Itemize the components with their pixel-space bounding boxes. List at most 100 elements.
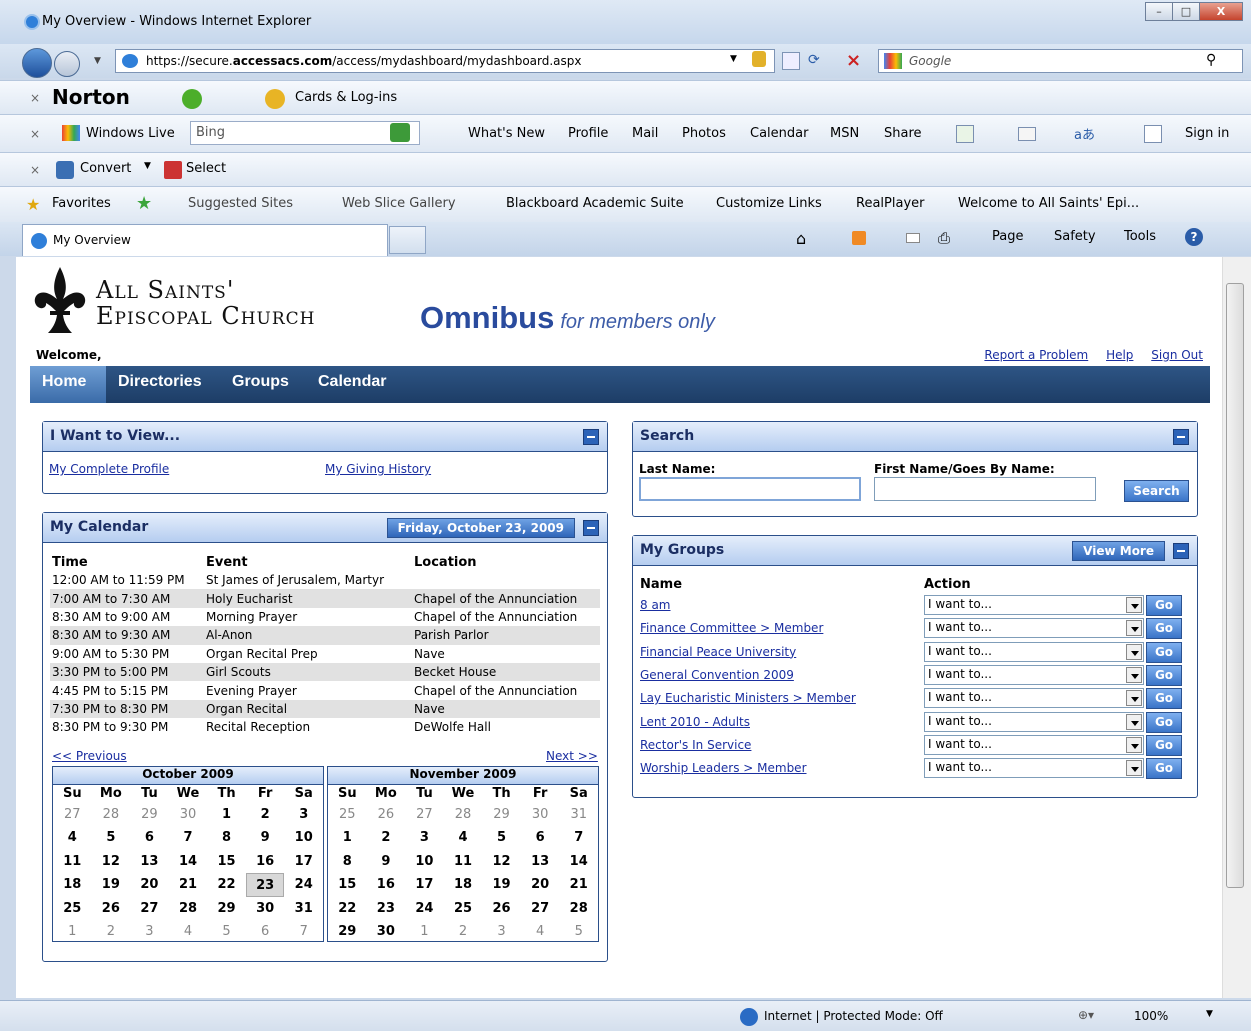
stop-icon[interactable]: ×	[846, 50, 861, 71]
calendar-day[interactable]: 25	[53, 897, 92, 920]
live-share[interactable]: Share	[884, 126, 922, 141]
calendar-day[interactable]: 9	[246, 826, 285, 849]
calendar-day[interactable]: 21	[559, 873, 598, 896]
calendar-day[interactable]: 4	[169, 920, 208, 943]
chart-icon[interactable]	[956, 125, 974, 143]
go-button[interactable]: Go	[1146, 711, 1182, 733]
previous-month-link[interactable]: << Previous	[52, 749, 127, 763]
my-complete-profile-link[interactable]: My Complete Profile	[49, 462, 169, 476]
go-button[interactable]: Go	[1146, 688, 1182, 710]
collapse-icon[interactable]	[583, 429, 599, 445]
calendar-day[interactable]: 1	[207, 803, 246, 826]
calendar-day[interactable]: 20	[130, 873, 169, 896]
chevron-down-icon[interactable]	[1126, 643, 1142, 660]
home-icon[interactable]: ⌂	[796, 229, 806, 248]
collapse-icon[interactable]	[1173, 429, 1189, 445]
search-box[interactable]: Google	[878, 49, 1243, 73]
calendar-day[interactable]: 14	[169, 850, 208, 873]
translate-icon[interactable]: aあ	[1074, 124, 1095, 143]
calendar-day[interactable]: 11	[444, 850, 483, 873]
help-link[interactable]: Help	[1106, 348, 1133, 362]
calendar-day[interactable]: 28	[559, 897, 598, 920]
group-link[interactable]: 8 am	[640, 598, 671, 612]
collapse-icon[interactable]	[583, 520, 599, 536]
chevron-down-icon[interactable]	[1126, 713, 1142, 730]
calendar-day[interactable]: 25	[444, 897, 483, 920]
live-whats-new[interactable]: What's New	[468, 126, 545, 141]
add-favorite-icon[interactable]: ★	[136, 193, 152, 214]
calendar-day[interactable]: 23	[367, 897, 406, 920]
calendar-day[interactable]: 29	[130, 803, 169, 826]
bing-search-icon[interactable]	[390, 123, 410, 142]
calendar-day[interactable]: 31	[559, 803, 598, 826]
calendar-day[interactable]: 8	[328, 850, 367, 873]
favorites-button[interactable]: Favorites	[52, 196, 111, 211]
convert-button[interactable]: Convert	[80, 161, 131, 176]
fav-all-saints[interactable]: Welcome to All Saints' Epi...	[958, 196, 1139, 211]
group-link[interactable]: Worship Leaders > Member	[640, 761, 807, 775]
fav-blackboard[interactable]: Blackboard Academic Suite	[506, 196, 684, 211]
chevron-down-icon[interactable]	[1126, 690, 1142, 707]
calendar-day[interactable]: 22	[207, 873, 246, 896]
select-button[interactable]: Select	[186, 161, 226, 176]
calendar-day[interactable]: 8	[207, 826, 246, 849]
calendar-day[interactable]: 27	[53, 803, 92, 826]
group-action-select[interactable]: I want to...	[924, 711, 1144, 732]
group-action-select[interactable]: I want to...	[924, 688, 1144, 709]
cards-logins-menu[interactable]: Cards & Log-ins	[295, 90, 397, 105]
calendar-day[interactable]: 12	[482, 850, 521, 873]
group-action-select[interactable]: I want to...	[924, 595, 1144, 615]
fav-realplayer[interactable]: RealPlayer	[856, 196, 924, 211]
windows-live-brand[interactable]: Windows Live	[86, 126, 175, 141]
norton-brand[interactable]: Norton	[52, 85, 130, 109]
chevron-down-icon[interactable]	[1126, 597, 1142, 613]
calendar-day[interactable]: 5	[482, 826, 521, 849]
go-button[interactable]: Go	[1146, 641, 1182, 663]
forward-button[interactable]	[54, 51, 80, 77]
security-zone[interactable]: Internet | Protected Mode: Off	[764, 1009, 943, 1023]
minimize-button[interactable]: –	[1145, 2, 1173, 21]
calendar-day[interactable]: 5	[559, 920, 598, 943]
calendar-day[interactable]: 18	[53, 873, 92, 896]
checklist-icon[interactable]	[1144, 125, 1162, 143]
calendar-day[interactable]: 21	[169, 873, 208, 896]
calendar-day[interactable]: 15	[328, 873, 367, 896]
calendar-day[interactable]: 9	[367, 850, 406, 873]
calendar-day[interactable]: 4	[53, 826, 92, 849]
close-button[interactable]: X	[1199, 2, 1243, 21]
maximize-button[interactable]: □	[1172, 2, 1200, 21]
group-link[interactable]: General Convention 2009	[640, 668, 794, 682]
address-dropdown-icon[interactable]: ▼	[730, 54, 737, 64]
calendar-day[interactable]: 11	[53, 850, 92, 873]
calendar-day[interactable]: 13	[130, 850, 169, 873]
calendar-day[interactable]: 17	[405, 873, 444, 896]
calendar-day[interactable]: 25	[328, 803, 367, 826]
calendar-day[interactable]: 27	[405, 803, 444, 826]
zoom-level[interactable]: 100%	[1134, 1009, 1168, 1023]
calendar-day[interactable]: 30	[367, 920, 406, 943]
report-problem-link[interactable]: Report a Problem	[984, 348, 1088, 362]
view-more-button[interactable]: View More	[1072, 541, 1165, 561]
chevron-down-icon[interactable]	[1126, 666, 1142, 683]
tools-menu[interactable]: Tools	[1124, 229, 1156, 244]
calendar-day[interactable]: 1	[53, 920, 92, 943]
calendar-day[interactable]: 1	[405, 920, 444, 943]
calendar-day[interactable]: 28	[92, 803, 131, 826]
calendar-day[interactable]: 10	[405, 850, 444, 873]
calendar-day[interactable]: 26	[367, 803, 406, 826]
calendar-day[interactable]: 24	[405, 897, 444, 920]
calendar-day[interactable]: 3	[130, 920, 169, 943]
back-button[interactable]	[22, 48, 52, 78]
group-action-select[interactable]: I want to...	[924, 618, 1144, 639]
calendar-day[interactable]: 2	[246, 803, 285, 826]
live-profile[interactable]: Profile	[568, 126, 608, 141]
calendar-day[interactable]: 30	[521, 803, 560, 826]
calendar-day[interactable]: 30	[169, 803, 208, 826]
calendar-day[interactable]: 7	[559, 826, 598, 849]
calendar-day[interactable]: 29	[207, 897, 246, 920]
go-button[interactable]: Go	[1146, 734, 1182, 756]
calendar-day[interactable]: 6	[130, 826, 169, 849]
sign-out-link[interactable]: Sign Out	[1151, 348, 1203, 362]
calendar-day[interactable]: 4	[444, 826, 483, 849]
current-date-button[interactable]: Friday, October 23, 2009	[386, 518, 575, 538]
